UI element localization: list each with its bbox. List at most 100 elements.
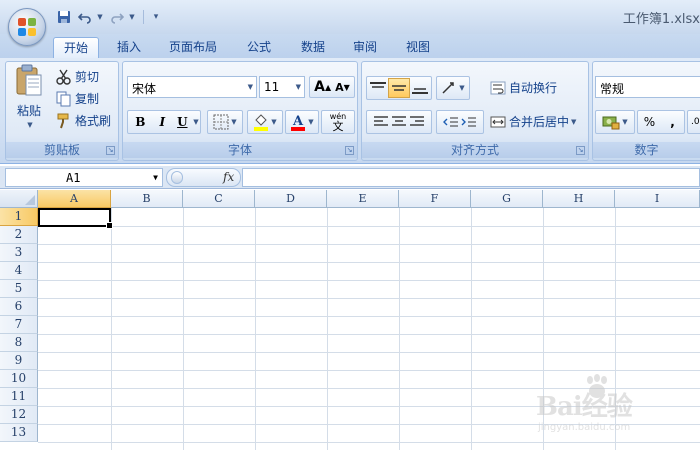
column-header-b[interactable]: B xyxy=(111,190,183,208)
row-header-7[interactable]: 7 xyxy=(0,316,38,334)
row-header-1[interactable]: 1 xyxy=(0,208,38,226)
comma-button[interactable]: , xyxy=(661,115,684,129)
redo-dropdown-icon[interactable]: ▼ xyxy=(127,8,137,26)
gridline xyxy=(38,226,700,227)
borders-button[interactable]: ▼ xyxy=(207,110,243,134)
percent-comma-buttons: % , xyxy=(637,110,685,134)
phonetic-char: 文 xyxy=(332,120,344,133)
tab-review[interactable]: 审阅 xyxy=(344,37,386,58)
underline-button[interactable]: U xyxy=(173,115,191,129)
undo-dropdown-icon[interactable]: ▼ xyxy=(95,8,105,26)
gridline xyxy=(38,352,700,353)
insert-function-button[interactable]: fx xyxy=(223,170,234,184)
font-launcher-icon[interactable]: ↘ xyxy=(345,146,354,155)
merge-center-dropdown-icon[interactable]: ▼ xyxy=(571,118,576,126)
active-cell-a1[interactable] xyxy=(38,208,113,229)
bold-button[interactable]: B xyxy=(129,115,151,129)
vertical-align-buttons xyxy=(366,76,432,100)
formula-bar: A1 ▼ fx xyxy=(0,166,700,189)
quick-access-separator xyxy=(143,10,144,24)
align-middle-icon[interactable] xyxy=(388,78,410,98)
align-left-icon[interactable] xyxy=(372,115,390,129)
row-header-12[interactable]: 12 xyxy=(0,406,38,424)
watermark-text: Bai经验 xyxy=(536,392,633,422)
increase-indent-icon[interactable] xyxy=(460,115,478,129)
office-button[interactable] xyxy=(8,8,46,46)
align-center-icon[interactable] xyxy=(390,115,408,129)
copy-icon xyxy=(56,91,71,106)
tab-home[interactable]: 开始 xyxy=(53,37,99,58)
decrease-indent-icon[interactable] xyxy=(442,115,460,129)
number-format-select[interactable]: 常规 xyxy=(595,76,700,98)
tab-page-layout[interactable]: 页面布局 xyxy=(162,37,224,58)
alignment-group-label: 对齐方式 xyxy=(362,142,588,158)
font-size-select[interactable]: 11 ▼ xyxy=(259,76,305,98)
redo-icon[interactable] xyxy=(108,8,126,26)
column-header-a[interactable]: A xyxy=(38,190,111,208)
name-box-dropdown-icon[interactable]: ▼ xyxy=(153,173,158,182)
font-size-value: 11 xyxy=(264,80,280,94)
formula-input[interactable] xyxy=(242,168,700,187)
tab-view[interactable]: 视图 xyxy=(397,37,439,58)
name-box[interactable]: A1 ▼ xyxy=(5,168,163,187)
cut-button[interactable]: 剪切 xyxy=(56,68,99,85)
row-header-11[interactable]: 11 xyxy=(0,388,38,406)
alignment-launcher-icon[interactable]: ↘ xyxy=(576,146,585,155)
select-all-button[interactable] xyxy=(0,190,38,208)
clipboard-launcher-icon[interactable]: ↘ xyxy=(106,146,115,155)
shrink-font-button[interactable]: A xyxy=(335,81,344,94)
format-painter-icon xyxy=(57,113,69,128)
row-header-2[interactable]: 2 xyxy=(0,226,38,244)
column-header-e[interactable]: E xyxy=(327,190,399,208)
orientation-dropdown-icon: ▼ xyxy=(459,84,465,92)
wrap-text-label: 自动换行 xyxy=(509,81,558,95)
row-header-5[interactable]: 5 xyxy=(0,280,38,298)
font-name-select[interactable]: 宋体 ▼ xyxy=(127,76,257,98)
paste-button[interactable]: 粘贴 ▼ xyxy=(10,64,48,140)
accounting-format-button[interactable]: ▼ xyxy=(595,110,635,134)
percent-button[interactable]: % xyxy=(638,115,661,129)
row-header-13[interactable]: 13 xyxy=(0,424,38,442)
format-painter-button[interactable]: 格式刷 xyxy=(56,112,111,129)
column-header-f[interactable]: F xyxy=(399,190,471,208)
orientation-button[interactable]: ▼ xyxy=(436,76,470,100)
column-header-d[interactable]: D xyxy=(255,190,327,208)
row-header-6[interactable]: 6 xyxy=(0,298,38,316)
customize-arrow-icon[interactable]: ▾ xyxy=(150,8,162,26)
undo-icon[interactable] xyxy=(76,8,94,26)
save-icon[interactable] xyxy=(55,8,73,26)
tab-data[interactable]: 数据 xyxy=(292,37,334,58)
italic-button[interactable]: I xyxy=(151,115,173,129)
align-top-icon[interactable] xyxy=(368,81,388,95)
font-color-button[interactable]: A ▼ xyxy=(285,110,319,134)
borders-icon xyxy=(213,114,229,130)
column-header-h[interactable]: H xyxy=(543,190,615,208)
row-header-8[interactable]: 8 xyxy=(0,334,38,352)
underline-dropdown-icon[interactable]: ▼ xyxy=(193,118,198,126)
copy-button[interactable]: 复制 xyxy=(56,90,99,107)
row-header-3[interactable]: 3 xyxy=(0,244,38,262)
number-group: 常规 ▼ % , .00 数字 xyxy=(592,61,700,161)
row-header-10[interactable]: 10 xyxy=(0,370,38,388)
window-title: 工作簿1.xlsx xyxy=(622,12,700,27)
align-bottom-icon[interactable] xyxy=(410,81,430,95)
row-header-4[interactable]: 4 xyxy=(0,262,38,280)
formula-expand-handle[interactable] xyxy=(171,171,183,184)
font-color-icon: A xyxy=(291,114,306,131)
column-header-c[interactable]: C xyxy=(183,190,255,208)
fill-color-button[interactable]: ▼ xyxy=(247,110,283,134)
column-header-g[interactable]: G xyxy=(471,190,543,208)
wrap-text-button[interactable]: 自动换行 xyxy=(490,79,557,96)
merge-center-button[interactable]: 合并后居中 ▼ xyxy=(490,113,576,130)
office-logo-icon xyxy=(18,18,36,36)
phonetic-button[interactable]: wén 文 xyxy=(321,110,355,134)
row-header-9[interactable]: 9 xyxy=(0,352,38,370)
increase-decimal-button[interactable]: .00 xyxy=(687,110,700,134)
grow-font-button[interactable]: A xyxy=(314,79,325,95)
column-header-i[interactable]: I xyxy=(615,190,700,208)
tab-formulas[interactable]: 公式 xyxy=(238,37,280,58)
tab-insert[interactable]: 插入 xyxy=(108,37,150,58)
gridline xyxy=(38,370,700,371)
align-right-icon[interactable] xyxy=(408,115,426,129)
gridline xyxy=(38,334,700,335)
